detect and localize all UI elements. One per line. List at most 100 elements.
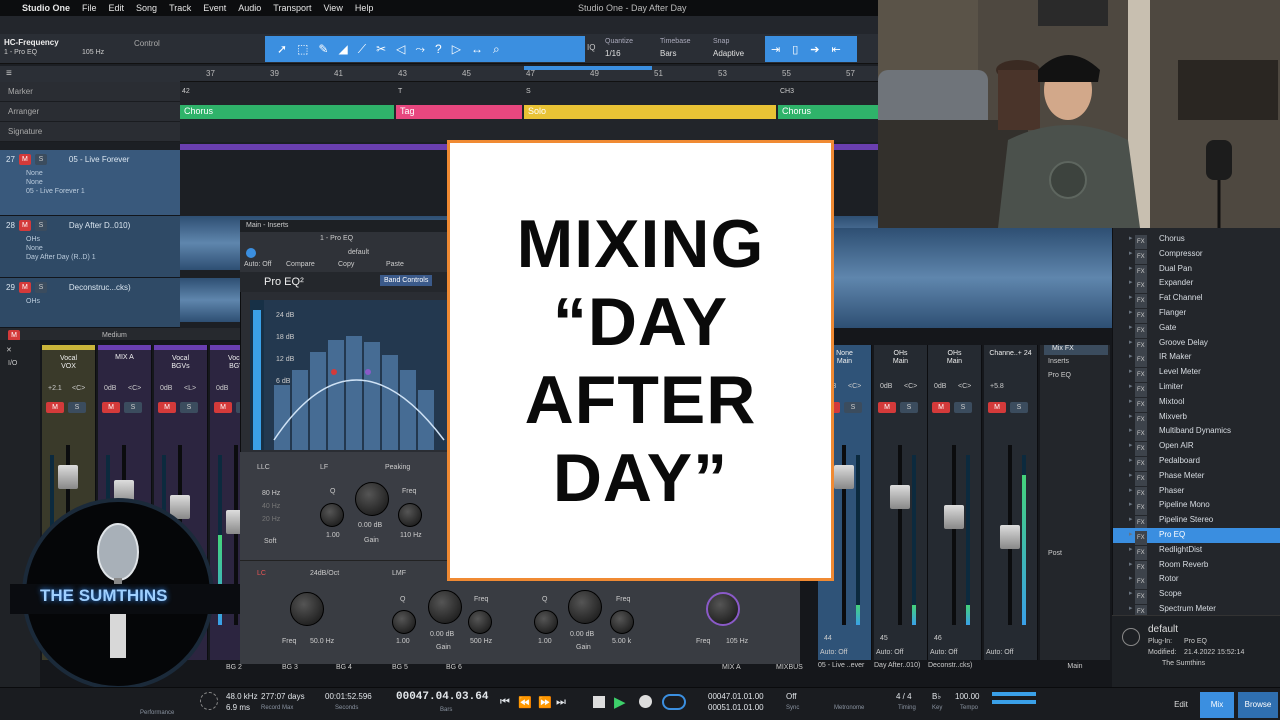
mute-button[interactable]: M	[18, 282, 31, 293]
metronome-label[interactable]: Metronome	[834, 705, 864, 711]
strip-pan[interactable]: <L>	[184, 385, 196, 392]
fader-handle[interactable]	[890, 485, 910, 509]
llc-value[interactable]: 20 Hz	[262, 516, 280, 523]
rewind-start-icon[interactable]: ⏮	[500, 696, 510, 709]
track-row[interactable]: 28 M S Day After D..010) OHs None Day After…	[0, 216, 180, 278]
strip-name[interactable]: OHs	[928, 345, 981, 358]
track-input[interactable]: OHs	[0, 297, 180, 306]
browser-item[interactable]: FXPro EQ	[1113, 527, 1280, 545]
track-name[interactable]: HC-Frequency	[4, 38, 59, 47]
hf-freq-knob[interactable]	[706, 592, 740, 626]
browser-item[interactable]: FXGroove Delay	[1113, 336, 1280, 353]
llc-label[interactable]: LLC	[257, 464, 270, 471]
fader-handle[interactable]	[944, 505, 964, 529]
browser-item[interactable]: FXPhaser	[1113, 484, 1280, 501]
menu-song[interactable]: Song	[136, 3, 157, 13]
copy-button[interactable]: Copy	[338, 261, 354, 268]
stop-icon[interactable]	[593, 696, 605, 708]
browse-button[interactable]: Browse	[1238, 692, 1278, 718]
quantize-select[interactable]: 1/16	[605, 49, 621, 58]
lf-label[interactable]: LF	[320, 464, 328, 471]
browser-item[interactable]: FXDual Pan	[1113, 262, 1280, 279]
browser-item[interactable]: FXLevel Meter	[1113, 365, 1280, 383]
lc-label[interactable]: LC	[257, 570, 266, 577]
strip-pan[interactable]: <C>	[72, 385, 85, 392]
solo-button[interactable]: S	[124, 402, 142, 413]
lmf-freq-knob[interactable]	[468, 610, 492, 634]
menu-audio[interactable]: Audio	[238, 3, 261, 13]
preset-select[interactable]: default	[348, 249, 369, 256]
arranger-section[interactable]: Chorus	[180, 105, 394, 119]
browser-item[interactable]: FXRedlightDist	[1113, 543, 1280, 560]
mute-button[interactable]: M	[214, 402, 232, 413]
strip-output[interactable]: BGVs	[154, 363, 207, 370]
signature-lane[interactable]	[180, 122, 878, 142]
automation-select[interactable]: Auto: Off	[876, 649, 904, 656]
mute-button[interactable]: M	[102, 402, 120, 413]
llc-value[interactable]: 80 Hz	[262, 490, 280, 497]
solo-button[interactable]: S	[34, 154, 47, 165]
mf-gain-knob[interactable]	[568, 590, 602, 624]
strip-output[interactable]: VOX	[42, 363, 95, 370]
arrow-tool-icon[interactable]: ➚	[277, 42, 287, 56]
browser-item[interactable]: FXPedalboard	[1113, 454, 1280, 471]
insert-name[interactable]: 1 - Pro EQ	[4, 49, 37, 56]
mix-button[interactable]: Mix	[1200, 692, 1234, 718]
app-menu[interactable]: Studio One	[22, 3, 70, 13]
browser-item[interactable]: FXMixverb	[1113, 410, 1280, 427]
track-output[interactable]: None	[0, 178, 180, 187]
mute-button[interactable]: M	[46, 402, 64, 413]
timing-value[interactable]: 4 / 4	[896, 692, 912, 701]
scope-select[interactable]: Medium	[102, 332, 127, 339]
automation-select[interactable]: Auto: Off	[986, 649, 1014, 656]
track-name[interactable]: Day After D..010)	[69, 221, 130, 230]
browser-item[interactable]: FXFat Channel	[1113, 291, 1280, 309]
browser-item[interactable]: FXRotor	[1113, 572, 1280, 590]
automation-select[interactable]: Auto: Off	[930, 649, 958, 656]
power-icon[interactable]	[246, 248, 256, 258]
automation-select[interactable]: Auto: Off	[820, 649, 848, 656]
insert-slot[interactable]: Pro EQ	[1048, 372, 1071, 379]
range-tool-icon[interactable]: ⬚	[297, 42, 308, 56]
mute-tool-icon[interactable]: ◁	[396, 42, 405, 56]
auto-select[interactable]: Auto: Off	[244, 261, 272, 268]
lmf-label[interactable]: LMF	[392, 570, 406, 577]
strip-name[interactable]: OHs	[874, 345, 927, 358]
marker[interactable]: T	[398, 88, 402, 95]
strip-output[interactable]: Main	[928, 358, 981, 365]
menu-track[interactable]: Track	[169, 3, 191, 13]
insert-select[interactable]: 1 - Pro EQ	[320, 235, 353, 242]
strip-pan[interactable]: <C>	[958, 383, 971, 390]
browser-item[interactable]: FXPipeline Mono	[1113, 498, 1280, 516]
menu-event[interactable]: Event	[203, 3, 226, 13]
lc-freq-knob[interactable]	[290, 592, 324, 626]
strip-pan[interactable]: <C>	[848, 383, 861, 390]
browser-item[interactable]: FXPhase Meter	[1113, 469, 1280, 486]
loop-icon[interactable]	[662, 694, 686, 710]
lmf-gain-knob[interactable]	[428, 590, 462, 624]
arranger-section[interactable]: Solo	[524, 105, 776, 119]
timebase-select[interactable]: Bars	[660, 49, 676, 58]
eq-graph[interactable]	[254, 300, 452, 450]
track-input[interactable]: OHs	[0, 235, 180, 244]
loop-tool-icon[interactable]: ↔	[471, 42, 483, 56]
strip-output[interactable]: MIX A	[98, 354, 151, 361]
record-icon[interactable]	[639, 695, 652, 708]
solo-button[interactable]: S	[68, 402, 86, 413]
lf-freq-knob[interactable]	[398, 503, 422, 527]
browser-item[interactable]: FXExpander	[1113, 276, 1280, 294]
io-label[interactable]: I/O	[8, 360, 17, 367]
strip-pan[interactable]: <C>	[904, 383, 917, 390]
marker-lane[interactable]: 42 T S CH3	[180, 82, 878, 102]
mute-button[interactable]: M	[988, 402, 1006, 413]
solo-button[interactable]: S	[1010, 402, 1028, 413]
loop-end[interactable]: 00051.01.01.00	[708, 703, 764, 712]
channel-strip[interactable]: OHs Main 0dB <C> M S 46 Auto: Off Deconstr..cks)	[928, 345, 982, 669]
strip-name[interactable]: Channe..+ 24	[984, 345, 1037, 358]
browser-item[interactable]: FXScope	[1113, 587, 1280, 605]
fader-handle[interactable]	[834, 465, 854, 489]
track-layer[interactable]: 05 - Live Forever 1	[0, 187, 180, 196]
browser-item[interactable]: FXMixtool	[1113, 395, 1280, 412]
lf-shape-select[interactable]: Peaking	[385, 464, 410, 471]
browser-item[interactable]: FXFlanger	[1113, 306, 1280, 323]
